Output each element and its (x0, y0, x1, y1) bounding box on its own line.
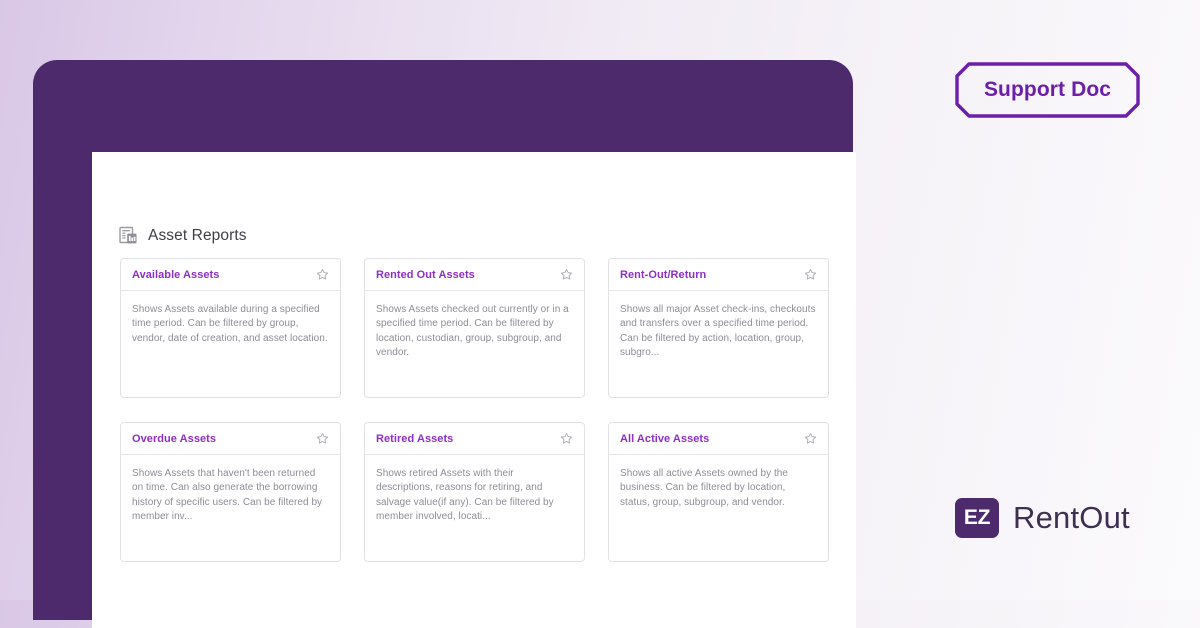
report-card-body: Shows Assets that haven't been returned … (121, 455, 340, 525)
star-outline-icon[interactable] (560, 268, 573, 281)
report-card-header: All Active Assets (609, 423, 828, 455)
report-card-header: Rent-Out/Return (609, 259, 828, 291)
report-card[interactable]: Rented Out Assets Shows Assets checked o… (364, 258, 585, 398)
rentout-wordmark: RentOut (1013, 500, 1130, 535)
report-card-grid: Available Assets Shows Assets available … (120, 258, 830, 562)
support-doc-badge: Support Doc (955, 62, 1140, 118)
report-card[interactable]: Available Assets Shows Assets available … (120, 258, 341, 398)
report-card-body: Shows retired Assets with their descript… (365, 455, 584, 525)
report-card-description: Shows all major Asset check-ins, checkou… (620, 304, 816, 359)
report-card-description: Shows retired Assets with their descript… (376, 468, 554, 523)
app-panel: Asset Reports Available Assets Shows Ass… (92, 152, 856, 628)
report-card-description: Shows Assets checked out currently or in… (376, 304, 569, 359)
report-card-description: Shows all active Assets owned by the bus… (620, 468, 789, 508)
page-heading: Asset Reports (119, 226, 247, 245)
report-card[interactable]: Retired Assets Shows retired Assets with… (364, 422, 585, 562)
star-outline-icon[interactable] (560, 432, 573, 445)
report-card-title[interactable]: Available Assets (132, 269, 219, 281)
ez-logo-mark: EZ (955, 498, 999, 538)
report-card-body: Shows all active Assets owned by the bus… (609, 455, 828, 510)
report-card-body: Shows all major Asset check-ins, checkou… (609, 291, 828, 361)
report-document-icon (119, 226, 138, 245)
screenshot-stage: Asset Reports Available Assets Shows Ass… (0, 0, 1200, 628)
star-outline-icon[interactable] (316, 432, 329, 445)
star-outline-icon[interactable] (804, 268, 817, 281)
support-doc-label: Support Doc (983, 78, 1112, 101)
report-card-title[interactable]: Rent-Out/Return (620, 269, 706, 281)
report-card-header: Available Assets (121, 259, 340, 291)
report-card-description: Shows Assets available during a specifie… (132, 304, 328, 344)
report-card-body: Shows Assets checked out currently or in… (365, 291, 584, 361)
report-card-body: Shows Assets available during a specifie… (121, 291, 340, 346)
report-card-header: Overdue Assets (121, 423, 340, 455)
report-card-title[interactable]: Retired Assets (376, 433, 453, 445)
report-card[interactable]: Rent-Out/Return Shows all major Asset ch… (608, 258, 829, 398)
ezrentout-logo: EZ RentOut (955, 498, 1130, 538)
report-card-header: Rented Out Assets (365, 259, 584, 291)
star-outline-icon[interactable] (804, 432, 817, 445)
report-card[interactable]: Overdue Assets Shows Assets that haven't… (120, 422, 341, 562)
report-card-title[interactable]: All Active Assets (620, 433, 709, 445)
star-outline-icon[interactable] (316, 268, 329, 281)
report-card-title[interactable]: Overdue Assets (132, 433, 216, 445)
report-card-title[interactable]: Rented Out Assets (376, 269, 475, 281)
report-card-description: Shows Assets that haven't been returned … (132, 468, 323, 523)
page-title: Asset Reports (148, 226, 247, 244)
device-frame: Asset Reports Available Assets Shows Ass… (33, 60, 856, 628)
report-card[interactable]: All Active Assets Shows all active Asset… (608, 422, 829, 562)
report-card-header: Retired Assets (365, 423, 584, 455)
